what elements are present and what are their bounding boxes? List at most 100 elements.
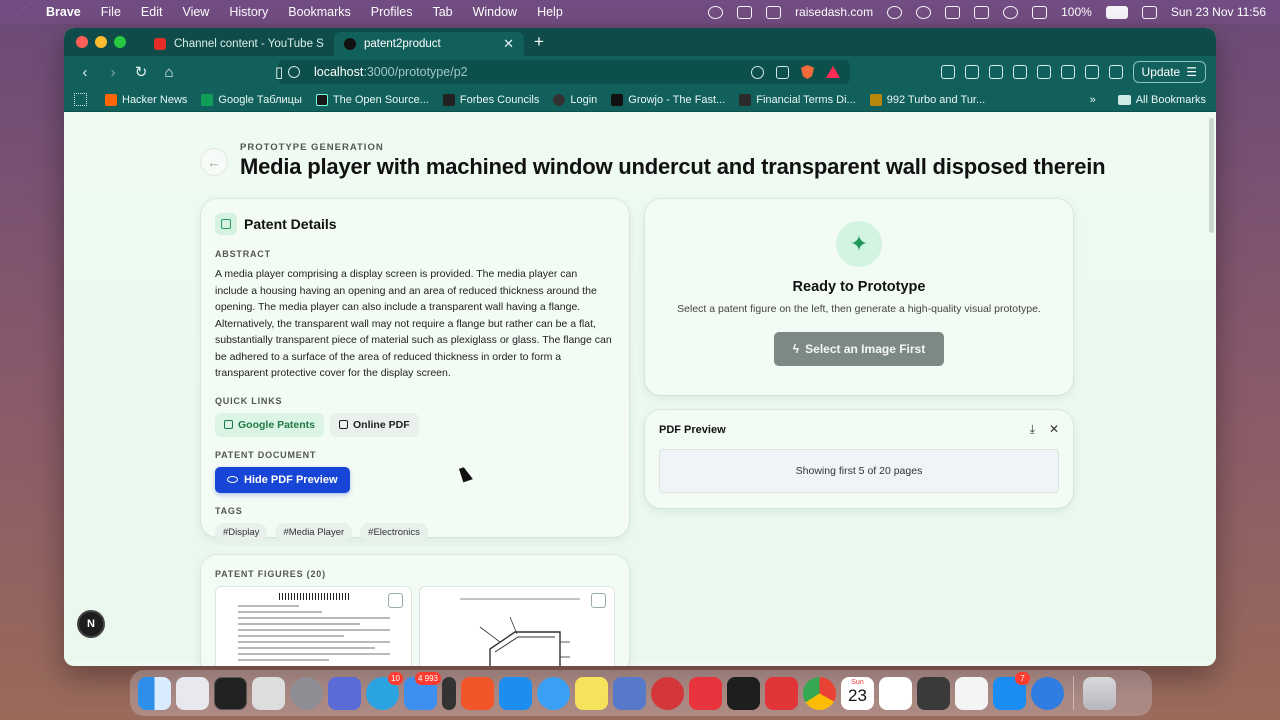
sidebar-icon[interactable]	[1012, 65, 1027, 79]
zoom-icon[interactable]	[751, 65, 764, 79]
download-icon[interactable]: ⤓	[1030, 422, 1035, 437]
mail-icon[interactable]: 4 993	[404, 671, 441, 710]
safari-icon[interactable]	[537, 676, 570, 710]
menu-tab[interactable]: Tab	[432, 5, 452, 19]
remote-desktop-icon[interactable]	[651, 676, 684, 710]
menu-app-name[interactable]: Brave	[46, 5, 81, 19]
wallet-icon[interactable]	[1036, 65, 1051, 79]
forward-arrow-icon[interactable]: ›	[102, 64, 124, 81]
control-center-icon[interactable]	[1141, 5, 1157, 19]
figma-icon[interactable]	[727, 676, 760, 710]
tag-display[interactable]: #Display	[215, 522, 268, 542]
minimize-window-button[interactable]	[95, 36, 107, 48]
display-icon[interactable]	[974, 5, 990, 19]
tools-icon[interactable]	[766, 5, 782, 19]
figure-checkbox[interactable]	[591, 593, 606, 608]
close-window-button[interactable]	[76, 36, 88, 48]
bookmark-hacker-news[interactable]: Hacker News	[105, 93, 187, 106]
nextjs-badge[interactable]: N	[77, 610, 105, 638]
reminders-icon[interactable]	[879, 676, 912, 710]
google-patents-link[interactable]: Google Patents	[215, 412, 325, 437]
more-bookmarks-icon[interactable]: »	[1090, 94, 1096, 106]
textedit-icon[interactable]	[955, 676, 988, 710]
terminal-icon[interactable]	[214, 676, 247, 710]
record-icon[interactable]	[708, 5, 724, 19]
ai-icon[interactable]	[1060, 65, 1075, 79]
anydesk-alt-icon[interactable]	[765, 676, 798, 710]
page-scrollbar[interactable]	[1209, 118, 1214, 233]
zoom-window-button[interactable]	[114, 36, 126, 48]
docker-icon[interactable]	[499, 676, 532, 710]
figure-thumbnail[interactable]	[215, 586, 412, 666]
select-image-first-button[interactable]: ϟ Select an Image First	[774, 332, 944, 366]
update-button[interactable]: Update ☰	[1132, 61, 1206, 83]
telegram-icon[interactable]: 10	[366, 671, 403, 710]
extension-icon[interactable]	[940, 65, 955, 79]
download-icon[interactable]	[988, 65, 1003, 79]
launchpad-icon[interactable]	[176, 676, 209, 710]
notes-app-icon[interactable]	[252, 676, 285, 710]
back-button[interactable]: ←	[200, 148, 228, 176]
tray-host[interactable]: raisedash.com	[795, 5, 873, 19]
app-store-icon[interactable]: 7	[993, 671, 1030, 710]
system-settings-icon[interactable]	[290, 676, 323, 710]
figure-checkbox[interactable]	[387, 593, 403, 608]
notification-icon[interactable]	[916, 5, 932, 19]
cube-icon[interactable]	[737, 5, 753, 19]
calendar-icon[interactable]: Sun 23	[841, 676, 874, 710]
hide-pdf-preview-button[interactable]: Hide PDF Preview	[215, 466, 350, 493]
close-tab-icon[interactable]: ✕	[503, 36, 514, 52]
bookmark-login[interactable]: Login	[553, 93, 597, 106]
cube-app-icon[interactable]	[917, 676, 950, 710]
menu-history[interactable]: History	[229, 5, 268, 19]
anydesk-icon[interactable]	[689, 676, 722, 710]
vpn-icon[interactable]	[1084, 65, 1099, 79]
menu-window[interactable]: Window	[473, 5, 517, 19]
extension-puzzle-icon[interactable]	[1108, 65, 1123, 79]
menubar-clock[interactable]: Sun 23 Nov 11:56	[1171, 5, 1266, 19]
all-bookmarks-folder[interactable]: All Bookmarks	[1117, 94, 1206, 106]
menu-profiles[interactable]: Profiles	[371, 5, 413, 19]
screenshot-icon[interactable]	[964, 65, 979, 79]
activity-monitor-icon[interactable]	[442, 676, 456, 710]
menu-help[interactable]: Help	[537, 5, 563, 19]
tab-patent2product[interactable]: patent2product ✕	[334, 32, 524, 56]
menu-view[interactable]: View	[182, 5, 209, 19]
bookmark-icon[interactable]: ▯	[268, 63, 290, 81]
battery-icon[interactable]	[1105, 5, 1128, 19]
tab-youtube-studio[interactable]: Channel content - YouTube Studio	[144, 32, 334, 56]
apps-grid-icon[interactable]	[74, 93, 87, 106]
chrome-icon[interactable]	[803, 676, 836, 710]
menu-bookmarks[interactable]: Bookmarks	[288, 5, 351, 19]
trash-icon[interactable]	[1083, 676, 1116, 710]
home-icon[interactable]: ⌂	[158, 64, 180, 81]
apple-icon[interactable]	[14, 5, 28, 19]
brave-shields-icon[interactable]	[801, 65, 814, 79]
menu-edit[interactable]: Edit	[141, 5, 163, 19]
online-pdf-link[interactable]: Online PDF	[330, 412, 419, 437]
reload-icon[interactable]: ↻	[130, 63, 152, 81]
share-icon[interactable]	[776, 65, 789, 79]
bookmark-open-source[interactable]: The Open Source...	[315, 93, 429, 106]
close-icon[interactable]: ✕	[1049, 422, 1059, 437]
address-bar[interactable]: localhost:3000/prototype/p2	[278, 60, 850, 84]
cloud-icon[interactable]	[887, 5, 903, 19]
tag-media-player[interactable]: #Media Player	[275, 522, 353, 542]
keyboard-icon[interactable]	[1032, 5, 1048, 19]
bookmark-google-sheets[interactable]: Google Таблицы	[201, 93, 302, 106]
tag-electronics[interactable]: #Electronics	[360, 522, 428, 542]
back-arrow-icon[interactable]: ‹	[74, 64, 96, 81]
bookmark-growjo[interactable]: Growjo - The Fast...	[611, 93, 725, 106]
new-tab-button[interactable]: +	[534, 32, 544, 52]
volume-icon[interactable]	[945, 5, 961, 19]
bookmark-financial-terms[interactable]: Financial Terms Di...	[739, 93, 856, 106]
bookmark-forbes[interactable]: Forbes Councils	[442, 93, 539, 106]
database-icon[interactable]	[613, 676, 646, 710]
menu-file[interactable]: File	[101, 5, 121, 19]
quick-assist-icon[interactable]	[1031, 676, 1064, 710]
figure-thumbnail[interactable]	[418, 586, 615, 666]
brave-browser-icon[interactable]	[461, 676, 494, 710]
finder-icon[interactable]	[138, 676, 171, 710]
stickies-icon[interactable]	[575, 676, 608, 710]
brave-rewards-icon[interactable]	[826, 66, 840, 78]
